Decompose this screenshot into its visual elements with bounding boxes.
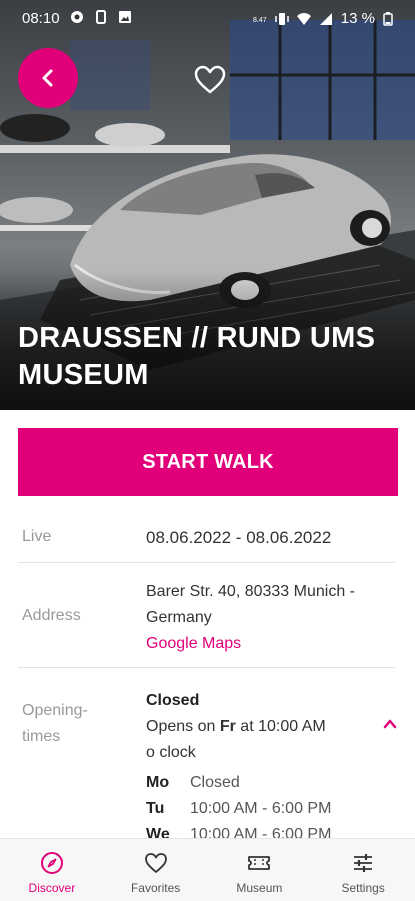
hours-day: Tu — [146, 800, 165, 817]
battery-percentage: 13 % — [340, 10, 375, 27]
status-time: 08:10 — [22, 10, 60, 27]
nav-settings[interactable]: Settings — [311, 839, 415, 901]
address-line-2: Germany — [146, 609, 212, 626]
svg-text:8.47: 8.47 — [253, 17, 267, 24]
hours-time: 10:00 AM - 6:00 PM — [190, 800, 332, 817]
back-button[interactable] — [18, 48, 78, 108]
next-opening-day: Fr — [219, 718, 236, 735]
hours-day: Mo — [146, 774, 170, 791]
hours-row: Mo Closed — [146, 770, 331, 796]
ticket-icon — [248, 856, 271, 870]
nav-favorites-label: Favorites — [130, 881, 181, 895]
opening-status: Closed Opens on Fr at 10:00 AM o clock — [146, 688, 326, 766]
start-walk-button[interactable]: START WALK — [18, 428, 398, 496]
chevron-left-icon — [42, 69, 53, 87]
nav-museum-label: Museum — [236, 881, 283, 895]
nav-discover-label: Discover — [28, 881, 76, 895]
chevron-up-icon[interactable] — [382, 716, 398, 732]
image-notification-icon — [119, 11, 131, 23]
nav-favorites[interactable]: Favorites — [104, 839, 208, 901]
hours-row: Tu 10:00 AM - 6:00 PM — [146, 796, 331, 822]
address-label: Address — [22, 607, 81, 624]
live-dates: 08.06.2022 - 08.06.2022 — [146, 528, 332, 547]
info-row-opening-times: Opening- times Closed Opens on Fr at 10:… — [18, 668, 398, 843]
next-opening-prefix: Opens on — [146, 718, 216, 735]
opening-times-label: Opening- times — [22, 698, 88, 750]
info-row-live: Live 08.06.2022 - 08.06.2022 — [18, 512, 395, 563]
nav-settings-label: Settings — [341, 881, 385, 895]
nav-discover[interactable]: Discover — [0, 839, 104, 901]
bottom-navigation: Discover Favorites Museum Settings — [0, 838, 415, 901]
address-value: Barer Str. 40, 80333 Munich - Germany Go… — [146, 579, 355, 657]
next-opening-time: at 10:00 AM — [240, 718, 326, 735]
favorite-heart-icon[interactable] — [194, 64, 226, 96]
info-row-address: Address Barer Str. 40, 80333 Munich - Ge… — [18, 563, 395, 668]
vibrate-icon — [275, 12, 289, 25]
heart-icon — [144, 853, 167, 873]
open-status: Closed — [146, 692, 200, 709]
wifi-icon — [296, 12, 311, 25]
opening-hours-table: Mo Closed Tu 10:00 AM - 6:00 PM We 10:00 AM… — [146, 770, 331, 848]
next-opening-suffix: o clock — [146, 744, 196, 761]
page-title: DRAUßEN // RUND UMS MUSEUM — [18, 322, 376, 391]
status-system-icons: 8.47 13 % — [253, 10, 393, 27]
status-bar: 08:10 8.47 13 % — [0, 0, 415, 38]
hours-time: Closed — [190, 774, 240, 791]
google-maps-link[interactable]: Google Maps — [146, 631, 355, 657]
data-speed-icon: 8.47 — [253, 17, 267, 24]
next-opening: Opens on Fr at 10:00 AM — [146, 714, 326, 740]
compass-icon — [40, 852, 63, 874]
status-notification-icons — [70, 10, 132, 24]
signal-icon — [319, 12, 332, 25]
opening-times-label-line-2: times — [22, 728, 61, 745]
address-line-1: Barer Str. 40, 80333 Munich - — [146, 583, 355, 600]
opening-times-label-line-1: Opening- — [22, 702, 88, 719]
sliders-icon — [354, 854, 373, 872]
app-notification-icon — [71, 11, 83, 23]
battery-icon — [383, 11, 393, 26]
nav-museum[interactable]: Museum — [208, 839, 312, 901]
vibrate-notification-icon — [96, 10, 106, 24]
live-label: Live — [22, 528, 52, 545]
